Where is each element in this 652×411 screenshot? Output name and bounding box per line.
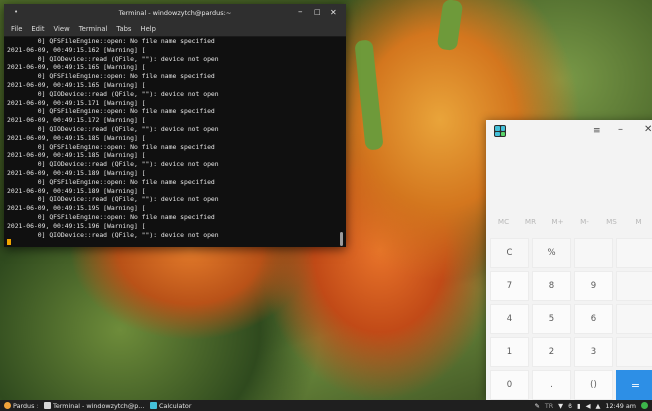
terminal-line: 2021-06-09, 00:49:15.162 [Warning] [ [7, 45, 146, 54]
battery-icon[interactable]: ▮ [577, 402, 581, 410]
keyboard-layout-indicator[interactable]: TR [545, 402, 553, 410]
key-3[interactable]: 3 [574, 337, 613, 367]
taskbar-item-calculator-label: Calculator [159, 401, 192, 410]
terminal-line: 2021-06-09, 00:49:15.185 [Warning] [ [7, 151, 146, 160]
terminal-line: 0] QIODevice::read (QFile, ""): device n… [7, 160, 219, 169]
key-decimal[interactable]: . [532, 370, 571, 400]
terminal-titlebar[interactable]: • Terminal - windowzytch@pardus:~ – □ ✕ [4, 4, 346, 22]
taskbar-item-terminal[interactable]: Terminal - windowzytch@p... [44, 401, 144, 410]
terminal-line: 0] QIODevice::read (QFile, ""): device n… [7, 124, 219, 133]
terminal-line: 0] QIODevice::read (QFile, ""): device n… [7, 195, 219, 204]
close-button[interactable]: ✕ [330, 8, 337, 17]
terminal-line: 0] QFSFileEngine::open: No file name spe… [7, 142, 215, 151]
terminal-window[interactable]: • Terminal - windowzytch@pardus:~ – □ ✕ … [4, 4, 346, 247]
key-blank[interactable] [616, 304, 652, 334]
wallpaper-stem [354, 39, 384, 151]
taskbar: Pardus : Terminal - windowzytch@p... Cal… [0, 400, 652, 411]
memory-clear-button[interactable]: MC [490, 217, 517, 226]
key-6[interactable]: 6 [574, 304, 613, 334]
calculator-titlebar[interactable]: ≡ – ✕ [486, 120, 652, 144]
terminal-line: 0] QFSFileEngine::open: No file name spe… [7, 177, 215, 186]
terminal-line: 0] QFSFileEngine::open: No file name spe… [7, 107, 215, 116]
menu-terminal[interactable]: Terminal [79, 25, 108, 33]
hamburger-menu-icon[interactable]: ≡ [593, 126, 601, 136]
terminal-line: 0] QFSFileEngine::open: No file name spe… [7, 212, 215, 221]
memory-recall-button[interactable]: MR [517, 217, 544, 226]
terminal-line: 2021-06-09, 00:49:15.165 [Warning] [ [7, 80, 146, 89]
notification-bell-icon[interactable]: ▲ [595, 402, 600, 410]
volume-icon[interactable]: ◀ [586, 402, 591, 410]
terminal-line: 2021-06-09, 00:49:15.195 [Warning] [ [7, 204, 146, 213]
calculator-icon [494, 125, 506, 137]
key-percent[interactable]: % [532, 238, 571, 268]
key-9[interactable]: 9 [574, 271, 613, 301]
key-2[interactable]: 2 [532, 337, 571, 367]
start-menu-button[interactable]: Pardus : [4, 401, 39, 410]
key-5[interactable]: 5 [532, 304, 571, 334]
terminal-title: Terminal - windowzytch@pardus:~ [118, 9, 232, 17]
calculator-window[interactable]: ≡ – ✕ MC MR M+ M- MS M C % 7 8 9 4 5 6 1… [486, 120, 652, 400]
taskbar-item-terminal-label: Terminal - windowzytch@p... [53, 401, 145, 410]
bluetooth-icon[interactable]: ϐ [568, 402, 572, 410]
google-chrome-icon[interactable] [641, 402, 648, 409]
menu-edit[interactable]: Edit [31, 25, 44, 33]
terminal-line: 0] QIODevice::read (QFile, ""): device n… [7, 230, 219, 239]
key-4[interactable]: 4 [490, 304, 529, 334]
terminal-line: 0] QIODevice::read (QFile, ""): device n… [7, 89, 219, 98]
terminal-scrollbar[interactable] [340, 232, 343, 246]
key-blank[interactable] [616, 271, 652, 301]
terminal-cursor [7, 239, 11, 245]
calculator-display [486, 144, 652, 217]
memory-add-button[interactable]: M+ [544, 217, 571, 226]
key-8[interactable]: 8 [532, 271, 571, 301]
key-parentheses[interactable]: () [574, 370, 613, 400]
terminal-line: 2021-06-09, 00:49:15.189 [Warning] [ [7, 186, 146, 195]
key-7[interactable]: 7 [490, 271, 529, 301]
key-blank[interactable] [616, 337, 652, 367]
key-blank[interactable] [616, 238, 652, 268]
terminal-app-icon [44, 402, 51, 409]
network-icon[interactable]: ▼ [558, 402, 563, 410]
calculator-close-button[interactable]: ✕ [644, 124, 652, 135]
terminal-output[interactable]: 0] QFSFileEngine::open: No file name spe… [7, 37, 336, 245]
wallpaper-stem [436, 0, 464, 52]
memory-row: MC MR M+ M- MS M [490, 217, 652, 226]
terminal-menubar: File Edit View Terminal Tabs Help [4, 22, 346, 37]
key-equals[interactable]: = [616, 370, 652, 400]
taskbar-item-calculator[interactable]: Calculator [150, 401, 191, 410]
pardus-logo-icon [4, 402, 11, 409]
terminal-line: 2021-06-09, 00:49:15.189 [Warning] [ [7, 168, 146, 177]
maximize-button[interactable]: □ [314, 8, 321, 16]
terminal-line: 0] QIODevice::read (QFile, ""): device n… [7, 54, 219, 63]
terminal-line: 0] QFSFileEngine::open: No file name spe… [7, 72, 215, 81]
menu-view[interactable]: View [54, 25, 70, 33]
terminal-line: 2021-06-09, 00:49:15.196 [Warning] [ [7, 221, 146, 230]
pen-icon[interactable]: ✎ [534, 402, 539, 410]
key-blank[interactable] [574, 238, 613, 268]
menu-help[interactable]: Help [140, 25, 156, 33]
key-clear[interactable]: C [490, 238, 529, 268]
terminal-line: 2021-06-09, 00:49:15.172 [Warning] [ [7, 116, 146, 125]
key-1[interactable]: 1 [490, 337, 529, 367]
minimize-button[interactable]: – [298, 7, 303, 17]
terminal-line: 0] QFSFileEngine::open: No file name spe… [7, 37, 215, 45]
start-menu-label: Pardus [13, 401, 35, 410]
key-0[interactable]: 0 [490, 370, 529, 400]
terminal-line: 2021-06-09, 00:49:15.171 [Warning] [ [7, 98, 146, 107]
terminal-line: 2021-06-09, 00:49:15.165 [Warning] [ [7, 63, 146, 72]
memory-list-button[interactable]: M [625, 217, 652, 226]
menu-file[interactable]: File [11, 25, 22, 33]
calculator-app-icon [150, 402, 157, 409]
memory-store-button[interactable]: MS [598, 217, 625, 226]
clock[interactable]: 12:49 am [605, 402, 636, 410]
calculator-minimize-button[interactable]: – [618, 124, 623, 135]
system-tray: ✎ TR ▼ ϐ ▮ ◀ ▲ 12:49 am [534, 401, 648, 410]
menu-tabs[interactable]: Tabs [116, 25, 131, 33]
memory-subtract-button[interactable]: M- [571, 217, 598, 226]
terminal-line: 2021-06-09, 00:49:15.185 [Warning] [ [7, 133, 146, 142]
